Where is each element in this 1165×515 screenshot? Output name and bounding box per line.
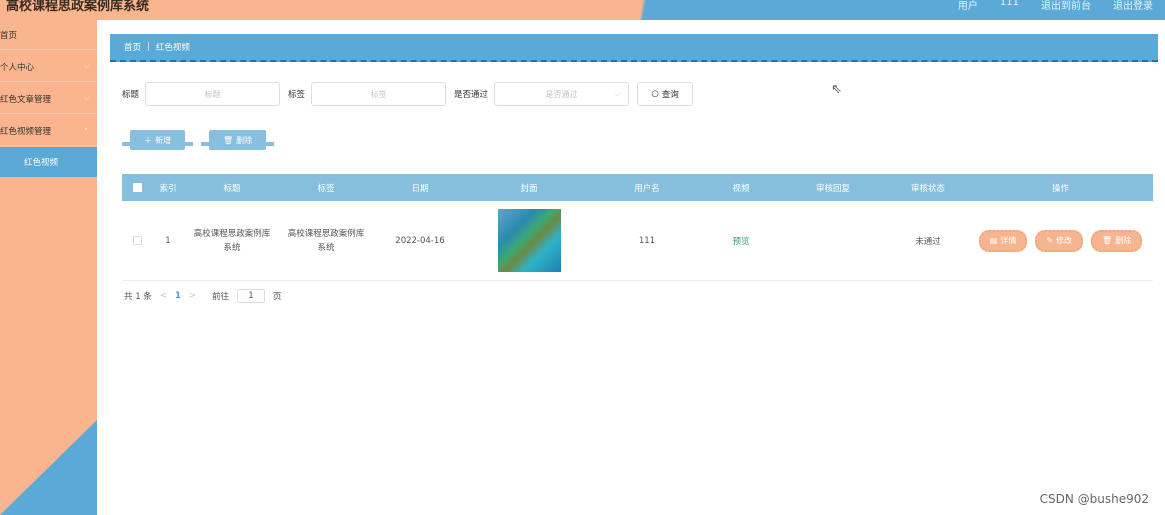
- sidebar-item-red-video[interactable]: 红色视频: [0, 147, 97, 177]
- sidebar-item-label: 首页: [0, 30, 18, 41]
- sidebar-item-home[interactable]: 首页: [0, 20, 97, 50]
- exit-to-front-link[interactable]: 退出到前台: [1041, 0, 1091, 12]
- pagination: 共 1 条 < 1 > 前往 1 页: [124, 289, 282, 303]
- app-title: 高校课程思政案例库系统: [6, 0, 150, 14]
- batch-delete-button[interactable]: 🗑 删除: [200, 130, 275, 150]
- title-filter-input[interactable]: 标题: [145, 82, 281, 106]
- search-icon: ○: [651, 89, 659, 99]
- detail-button[interactable]: ▤ 详情: [978, 229, 1028, 252]
- cell-tag: 高校课程思政案例库系统: [287, 228, 365, 253]
- breadcrumb-current: 红色视频: [155, 43, 190, 53]
- tag-filter-label: 标签: [288, 90, 306, 100]
- trash-icon: 🗑: [1102, 236, 1113, 245]
- cell-date: 2022-04-16: [395, 235, 445, 246]
- column-header: 审核回复: [815, 183, 850, 194]
- row-operations: ▤ 详情 ✎ 修改 🗑 删除: [978, 229, 1143, 252]
- column-header: 标签: [317, 183, 335, 194]
- query-button[interactable]: ○ 查询: [637, 82, 694, 106]
- document-icon: ▤: [989, 236, 998, 245]
- passed-filter-label: 是否通过: [454, 90, 489, 100]
- sidebar-decoration: [0, 420, 97, 515]
- action-bar: ＋ 新增 🗑 删除: [122, 130, 275, 150]
- chevron-up-icon: ⌃: [83, 126, 89, 135]
- chevron-down-icon: ⌵: [83, 62, 89, 70]
- cell-index: 1: [165, 235, 171, 246]
- video-preview-link[interactable]: 预览: [732, 235, 749, 247]
- trash-icon: 🗑: [223, 135, 234, 145]
- select-all-checkbox[interactable]: [132, 183, 142, 192]
- chevron-down-icon: ⌵: [83, 94, 89, 102]
- cell-review-status: 未通过: [915, 236, 941, 247]
- tag-filter-input[interactable]: 标签: [311, 82, 447, 106]
- breadcrumb: 首页 | 红色视频: [110, 34, 1158, 62]
- column-header: 审核状态: [910, 183, 945, 194]
- column-header: 索引: [159, 183, 177, 194]
- sidebar-item-label: 红色文章管理: [0, 94, 52, 105]
- watermark: CSDN @bushe902: [1039, 492, 1149, 506]
- sidebar: 首页 个人中心 ⌵ 红色文章管理 ⌵ 红色视频管理 ⌃ 红色视频: [0, 20, 97, 515]
- table-row: 1 高校课程思政案例库系统 高校课程思政案例库系统 2022-04-16 111…: [122, 201, 1153, 281]
- header-right-group: 用户 111 退出到前台 退出登录: [958, 0, 1153, 12]
- title-filter-label: 标题: [122, 90, 140, 100]
- delete-button[interactable]: 🗑 删除: [1091, 229, 1143, 252]
- edit-button[interactable]: ✎ 修改: [1035, 229, 1084, 252]
- column-header: 标题: [223, 183, 241, 194]
- cell-title: 高校课程思政案例库系统: [193, 228, 271, 253]
- next-page-button[interactable]: >: [189, 291, 196, 301]
- column-header: 视频: [732, 183, 750, 194]
- table-header-row: 索引 标题 标签 日期 封面 用户名 视频 审核回复 审核状态 操作: [122, 174, 1153, 201]
- sidebar-item-red-article-management[interactable]: 红色文章管理 ⌵: [0, 84, 97, 114]
- sidebar-item-label: 红色视频管理: [0, 126, 52, 137]
- top-header-bar: 高校课程思政案例库系统 用户 111 退出到前台 退出登录: [0, 0, 1165, 20]
- cell-username: 111: [638, 235, 656, 246]
- user-role-label: 用户: [957, 1, 978, 12]
- cover-image[interactable]: [497, 209, 561, 272]
- column-header: 操作: [1051, 183, 1069, 194]
- video-table: 索引 标题 标签 日期 封面 用户名 视频 审核回复 审核状态 操作 1 高校课…: [122, 174, 1153, 281]
- search-bar: 标题 标题 标签 标签 是否通过 是否通过 ⌵ ○ 查询: [122, 82, 694, 106]
- logout-link[interactable]: 退出登录: [1113, 0, 1153, 12]
- sidebar-item-red-video-management[interactable]: 红色视频管理 ⌃: [0, 116, 97, 146]
- passed-filter-select[interactable]: 是否通过 ⌵: [494, 82, 630, 106]
- pencil-icon: ✎: [1046, 236, 1054, 245]
- breadcrumb-separator: |: [147, 42, 150, 52]
- mouse-cursor-icon: ⇖: [831, 82, 842, 97]
- breadcrumb-home[interactable]: 首页: [124, 41, 141, 53]
- column-header: 日期: [411, 183, 429, 194]
- goto-page-input[interactable]: 1: [237, 289, 265, 303]
- username-label: 111: [999, 0, 1019, 8]
- goto-label: 前往: [211, 292, 229, 302]
- sidebar-item-personal-center[interactable]: 个人中心 ⌵: [0, 52, 97, 82]
- row-checkbox[interactable]: [132, 236, 142, 245]
- add-button[interactable]: ＋ 新增: [122, 130, 193, 150]
- page-number[interactable]: 1: [175, 291, 181, 301]
- column-header: 封面: [520, 183, 538, 194]
- chevron-down-icon: ⌵: [614, 89, 621, 98]
- plus-icon: ＋: [144, 135, 152, 145]
- sidebar-item-label: 红色视频: [24, 158, 59, 168]
- total-count: 共 1 条: [124, 292, 152, 302]
- prev-page-button[interactable]: <: [160, 291, 167, 301]
- page-suffix: 页: [273, 292, 282, 302]
- column-header: 用户名: [634, 183, 660, 194]
- sidebar-item-label: 个人中心: [0, 62, 35, 73]
